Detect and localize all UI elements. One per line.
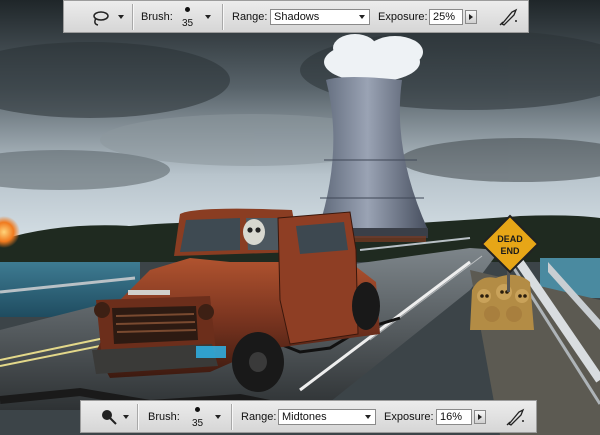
exposure-label: Exposure:	[378, 11, 428, 23]
range-label: Range:	[232, 11, 268, 23]
tool-preset-dropdown[interactable]	[123, 415, 129, 419]
photo-canvas: DEAD END	[0, 0, 600, 435]
brush-size-value: 35	[192, 418, 204, 429]
exposure-input[interactable]: 25%	[429, 9, 463, 25]
dodge-tool-icon[interactable]	[90, 6, 116, 28]
range-select[interactable]: Shadows	[270, 9, 370, 25]
range-label: Range:	[241, 411, 277, 423]
sign-text-end: END	[500, 246, 520, 256]
brush-preview-icon[interactable]	[185, 7, 190, 12]
range-select-value: Midtones	[282, 411, 327, 423]
tool-preset-dropdown[interactable]	[118, 15, 124, 19]
brush-size-value: 35	[182, 18, 194, 29]
brush-picker-dropdown[interactable]	[215, 415, 221, 419]
airbrush-icon[interactable]	[504, 406, 528, 428]
steam-plume	[324, 34, 423, 82]
tool-options-bar-top: Brush: 35 Range: Shadows Exposure: 25%	[63, 0, 529, 33]
chevron-down-icon	[359, 15, 365, 19]
brush-label: Brush:	[141, 11, 173, 23]
divider	[231, 404, 232, 430]
brush-preview-icon[interactable]	[195, 407, 200, 412]
divider	[222, 4, 223, 30]
rear-wheel	[352, 282, 380, 330]
skull-pile	[470, 274, 534, 330]
truck-grille	[112, 306, 198, 344]
exposure-value: 16%	[440, 411, 463, 423]
brush-picker-dropdown[interactable]	[205, 15, 211, 19]
tool-options-bar-bottom: Brush: 35 Range: Midtones Exposure: 16%	[80, 400, 537, 433]
range-select-value: Shadows	[274, 11, 320, 23]
exposure-label: Exposure:	[384, 411, 434, 423]
range-select[interactable]: Midtones	[278, 409, 376, 425]
burn-tool-icon[interactable]	[97, 406, 123, 428]
exposure-value: 25%	[433, 11, 456, 23]
chevron-down-icon	[365, 415, 371, 419]
divider	[137, 404, 138, 430]
divider	[132, 4, 133, 30]
brush-label: Brush:	[148, 411, 180, 423]
sign-text-dead: DEAD	[497, 234, 523, 244]
exposure-input[interactable]: 16%	[436, 409, 472, 425]
exposure-slider-button[interactable]	[474, 410, 486, 424]
exposure-slider-button[interactable]	[465, 10, 477, 24]
airbrush-icon[interactable]	[497, 6, 521, 28]
